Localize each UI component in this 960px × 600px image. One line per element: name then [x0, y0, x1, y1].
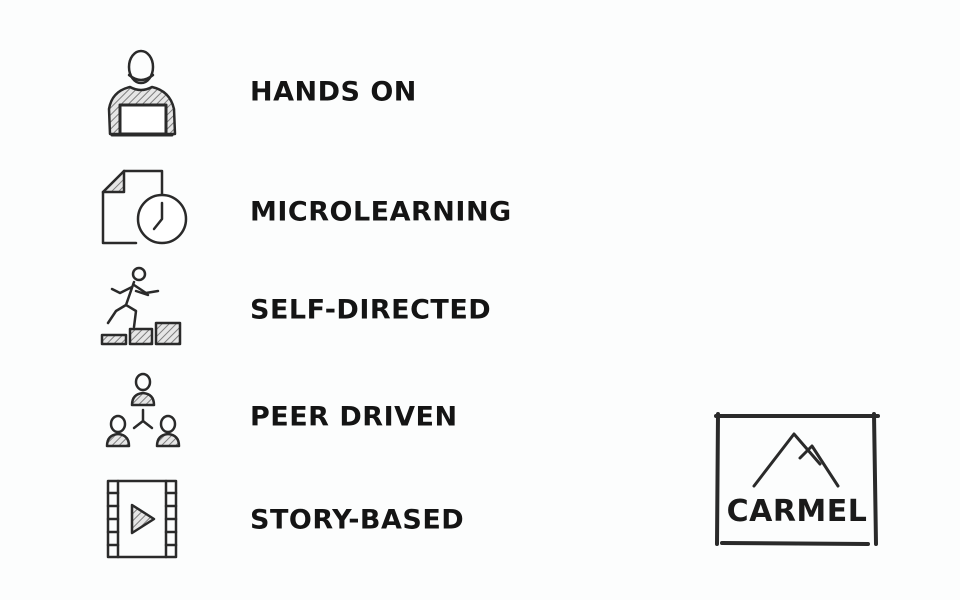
feature-story-based: STORY-BASED [100, 475, 520, 565]
logo-wordmark: CARMEL [726, 494, 868, 529]
feature-label-peer-driven: PEER DRIVEN [250, 401, 458, 433]
document-clock-icon [100, 167, 192, 259]
carmel-logo: CARMEL [712, 412, 882, 548]
feature-microlearning: MICROLEARNING [100, 167, 520, 257]
video-film-icon [100, 475, 192, 567]
feature-label-story-based: STORY-BASED [250, 504, 465, 536]
feature-hands-on: HANDS ON [100, 47, 520, 137]
feature-label-self-directed: SELF-DIRECTED [250, 294, 492, 326]
feature-peer-driven: PEER DRIVEN [100, 372, 520, 462]
climbing-steps-icon [100, 265, 192, 357]
feature-self-directed: SELF-DIRECTED [100, 265, 520, 355]
feature-label-microlearning: MICROLEARNING [250, 196, 512, 228]
person-laptop-icon [100, 47, 192, 139]
peer-network-icon [100, 372, 192, 464]
feature-label-hands-on: HANDS ON [250, 76, 417, 108]
